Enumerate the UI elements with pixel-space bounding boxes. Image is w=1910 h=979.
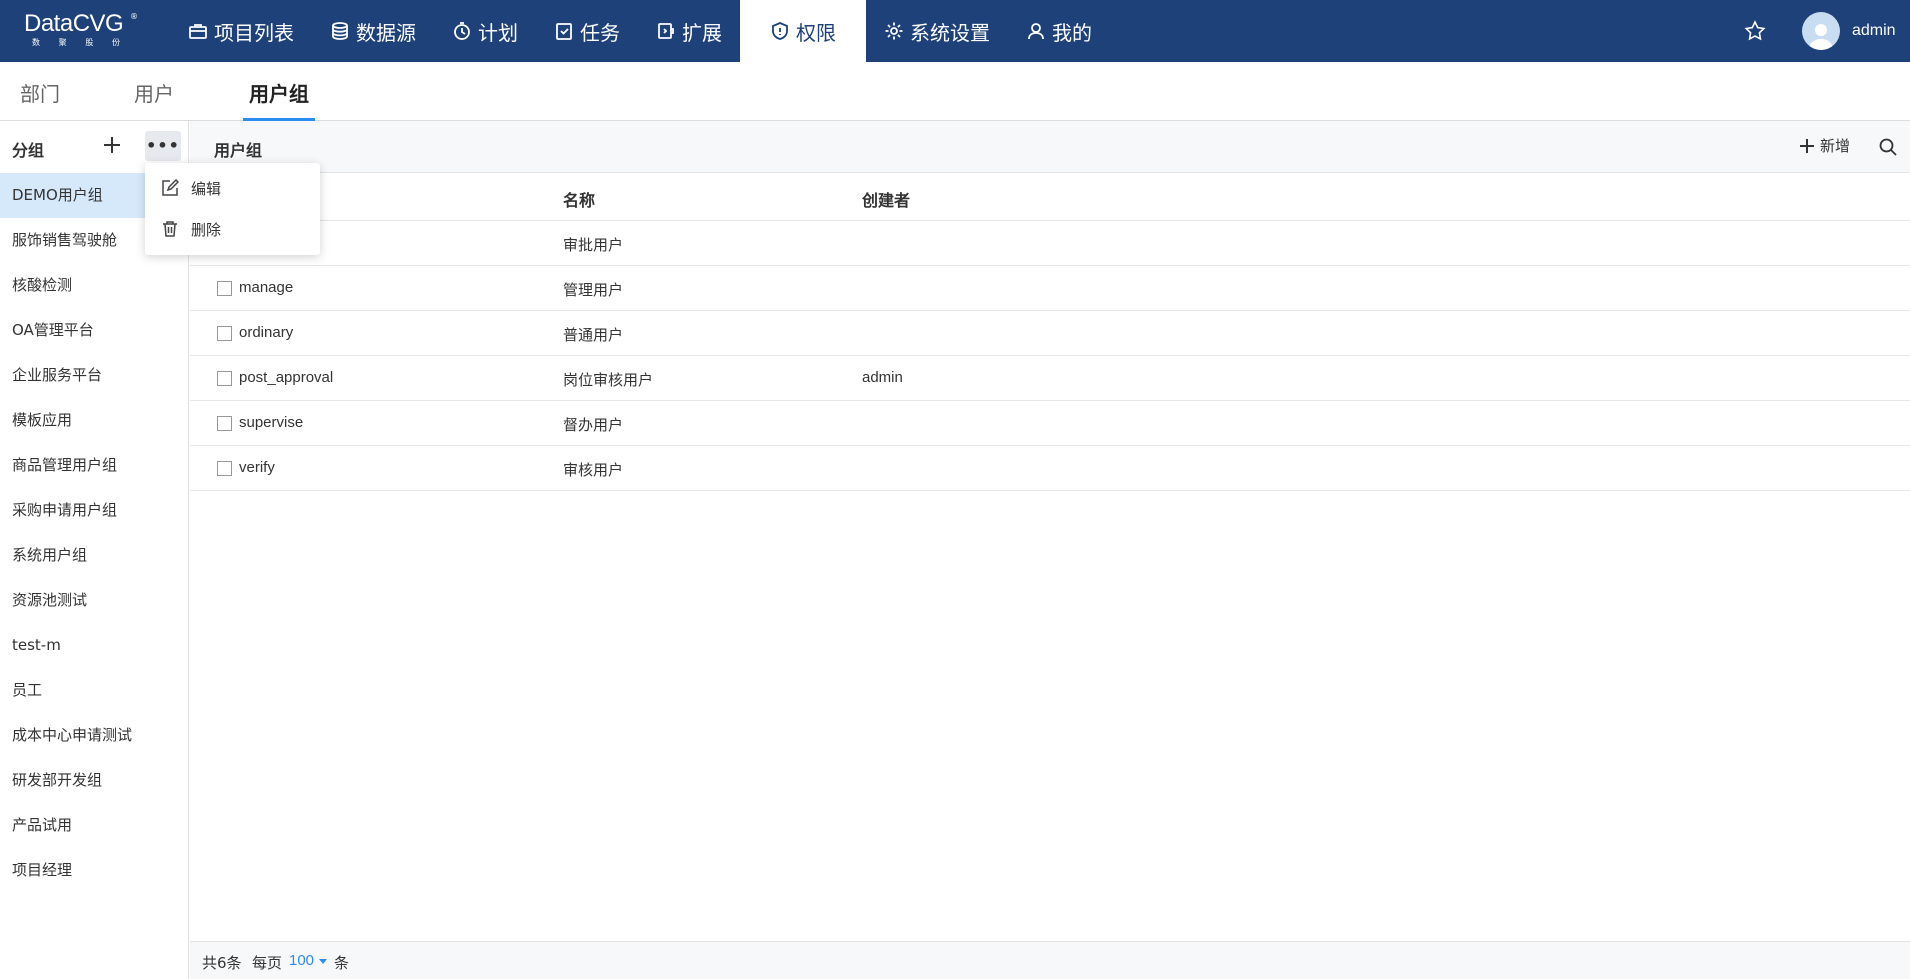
user-icon (1028, 23, 1044, 40)
table-row[interactable]: manage 管理用户 (190, 266, 1910, 311)
user-group-table: 名称 创建者 审批用户 manage 管理用户 ordinary 普通用户 po… (190, 173, 1910, 491)
group-item[interactable]: 成本中心申请测试 (0, 713, 189, 758)
add-button[interactable]: 新增 (1798, 135, 1850, 156)
row-name: 审核用户 (563, 461, 624, 479)
extension-icon (658, 23, 674, 39)
group-item[interactable]: 商品管理用户组 (0, 443, 189, 488)
username: admin (1852, 22, 1896, 39)
nav-item-extension[interactable]: 扩展 (638, 0, 740, 62)
row-name: 审批用户 (563, 236, 624, 254)
row-checkbox[interactable] (217, 371, 232, 386)
row-checkbox[interactable] (217, 461, 232, 476)
logo[interactable]: DataCVG ® 数 聚 股 份 (24, 10, 144, 52)
chevron-down-icon (319, 959, 328, 964)
nav-item-datasource[interactable]: 数据源 (312, 0, 434, 62)
group-item[interactable]: 研发部开发组 (0, 758, 189, 803)
row-code: supervise (239, 414, 304, 431)
main-header: 用户组 新增 (190, 121, 1910, 173)
nav-item-plan[interactable]: 计划 (434, 0, 536, 62)
table-row[interactable]: post_approval 岗位审核用户 admin (190, 356, 1910, 401)
row-name: 岗位审核用户 (563, 371, 654, 389)
add-group-button[interactable] (100, 133, 124, 157)
tab-user-group[interactable]: 用户组 (249, 78, 309, 107)
ellipsis-icon: ••• (146, 136, 180, 155)
top-navbar: DataCVG ® 数 聚 股 份 项目列表 数据源 计划 任务 扩展 权限 系… (0, 0, 1910, 62)
nav-item-system-settings[interactable]: 系统设置 (866, 0, 1008, 62)
nav-item-projects[interactable]: 项目列表 (170, 0, 312, 62)
page-size-select[interactable]: 100 (289, 952, 328, 969)
tab-user[interactable]: 用户 (134, 78, 174, 107)
group-item[interactable]: 员工 (0, 668, 189, 713)
shield-icon (772, 22, 788, 40)
search-icon[interactable] (1878, 137, 1898, 157)
group-actions-dropdown: 编辑 删除 (145, 163, 320, 255)
group-item[interactable]: 企业服务平台 (0, 353, 189, 398)
row-checkbox[interactable] (217, 416, 232, 431)
group-item[interactable]: 核酸检测 (0, 263, 189, 308)
page-title: 用户组 (214, 141, 263, 160)
logo-registered-mark: ® (130, 12, 138, 21)
row-name: 管理用户 (563, 281, 624, 299)
group-item[interactable]: 模板应用 (0, 398, 189, 443)
nav-item-task[interactable]: 任务 (536, 0, 638, 62)
row-code: post_approval (239, 369, 334, 386)
avatar (1802, 12, 1840, 50)
logo-text: DataCVG (24, 10, 124, 37)
gear-icon (885, 22, 903, 40)
plus-icon (1800, 138, 1814, 153)
plus-icon (104, 137, 120, 153)
tab-department[interactable]: 部门 (20, 78, 60, 107)
row-checkbox[interactable] (217, 326, 232, 341)
column-header-name: 名称 (563, 191, 596, 210)
total-count: 共6条 (202, 954, 242, 972)
table-header: 名称 创建者 (190, 173, 1910, 221)
table-row[interactable]: supervise 督办用户 (190, 401, 1910, 446)
table-row[interactable]: verify 审核用户 (190, 446, 1910, 491)
row-name: 普通用户 (563, 326, 624, 344)
subtabs: 部门 用户 用户组 (0, 62, 1910, 122)
delete-menu-item[interactable]: 删除 (145, 209, 320, 249)
database-icon (332, 22, 348, 40)
group-item[interactable]: 采购申请用户组 (0, 488, 189, 533)
pagination-bar: 共6条 每页 100 条 (190, 941, 1910, 979)
row-code: ordinary (239, 324, 294, 341)
per-page-unit: 条 (334, 954, 350, 972)
more-options-button[interactable]: ••• (145, 131, 181, 161)
row-checkbox[interactable] (217, 281, 232, 296)
per-page-label: 每页 (252, 954, 283, 972)
timer-icon (454, 22, 470, 40)
avatar-person-icon (1809, 24, 1833, 50)
favorite-star-icon[interactable] (1744, 20, 1766, 42)
nav-item-permission[interactable]: 权限 (740, 0, 866, 62)
group-item[interactable]: test-m (0, 623, 189, 668)
group-item[interactable]: 资源池测试 (0, 578, 189, 623)
table-row[interactable]: ordinary 普通用户 (190, 311, 1910, 356)
trash-icon (163, 221, 177, 237)
group-list: DEMO用户组 服饰销售驾驶舱 核酸检测 OA管理平台 企业服务平台 模板应用 … (0, 173, 189, 893)
nav-item-mine[interactable]: 我的 (1008, 0, 1110, 62)
user-menu[interactable]: admin (1802, 12, 1896, 50)
row-code: manage (239, 279, 294, 296)
edit-icon (162, 179, 179, 196)
row-creator: admin (862, 369, 903, 386)
clipboard-check-icon (556, 23, 572, 40)
column-header-creator: 创建者 (862, 191, 911, 210)
briefcase-icon (189, 24, 207, 39)
logo-subtitle: 数 聚 股 份 (32, 38, 120, 47)
row-name: 督办用户 (563, 416, 624, 434)
main-nav: 项目列表 数据源 计划 任务 扩展 权限 系统设置 我的 (170, 0, 1110, 62)
edit-menu-item[interactable]: 编辑 (145, 168, 320, 208)
main-content: 用户组 新增 名称 创建者 审批用户 manage 管理用户 ordinary (190, 121, 1910, 979)
group-item[interactable]: 系统用户组 (0, 533, 189, 578)
group-item[interactable]: 项目经理 (0, 848, 189, 893)
row-code: verify (239, 459, 275, 476)
group-item[interactable]: 产品试用 (0, 803, 189, 848)
group-item[interactable]: OA管理平台 (0, 308, 189, 353)
sidebar-title: 分组 (12, 141, 45, 160)
table-row[interactable]: 审批用户 (190, 221, 1910, 266)
